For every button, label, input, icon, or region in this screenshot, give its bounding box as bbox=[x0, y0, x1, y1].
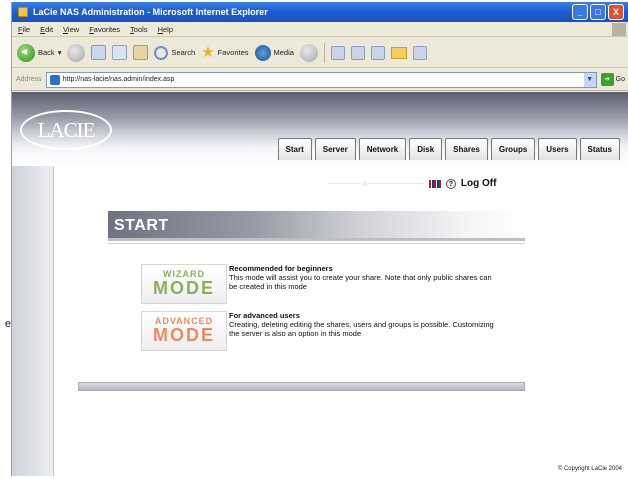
page-edge-text: e bbox=[4, 318, 11, 330]
page-icon bbox=[49, 74, 60, 85]
menu-help[interactable]: Help bbox=[158, 25, 173, 34]
wizard-mode-line2: MODE bbox=[153, 278, 215, 298]
wizard-mode-heading: Recommended for beginners bbox=[229, 264, 333, 273]
go-arrow-icon: ➜ bbox=[600, 73, 614, 86]
search-icon bbox=[154, 45, 169, 60]
wizard-mode-text: This mode will assist you to create your… bbox=[229, 273, 492, 291]
advanced-mode-text: Creating, deleting editing the shares, u… bbox=[229, 320, 494, 338]
go-label: Go bbox=[615, 76, 625, 83]
favorites-button[interactable]: ★ Favorites bbox=[201, 45, 248, 60]
address-dropdown-icon[interactable]: ▼ bbox=[583, 72, 596, 87]
maximize-button[interactable]: □ bbox=[590, 4, 606, 20]
menu-view[interactable]: View bbox=[63, 25, 79, 34]
address-label: Address bbox=[16, 76, 42, 83]
media-icon bbox=[254, 44, 271, 61]
back-label: Back bbox=[38, 48, 55, 57]
advanced-mode-line2: MODE bbox=[153, 325, 215, 345]
help-icon[interactable]: ? bbox=[445, 178, 456, 189]
browser-window: LaCie NAS Administration - Microsoft Int… bbox=[11, 2, 628, 476]
toolbar-separator bbox=[323, 42, 325, 63]
wizard-mode-description: Recommended for beginners This mode will… bbox=[229, 264, 499, 291]
tab-disk[interactable]: Disk bbox=[409, 138, 443, 160]
menu-favorites[interactable]: Favorites bbox=[89, 25, 120, 34]
page-content: LACIE Start Server Network Disk Shares G… bbox=[12, 92, 628, 476]
wizard-mode-line1: WIZARD bbox=[163, 269, 205, 279]
ie-app-icon bbox=[18, 7, 28, 17]
back-button[interactable]: Back ▾ bbox=[17, 43, 62, 62]
favorites-label: Favorites bbox=[217, 48, 249, 57]
section-divider bbox=[108, 243, 525, 244]
chevron-down-icon: ▾ bbox=[57, 48, 62, 57]
mail-icon[interactable] bbox=[330, 45, 345, 60]
print-icon[interactable] bbox=[350, 45, 365, 60]
history-icon[interactable] bbox=[299, 43, 318, 62]
lacie-logo: LACIE bbox=[20, 110, 112, 150]
language-flag-icon[interactable] bbox=[428, 179, 441, 188]
tab-groups[interactable]: Groups bbox=[490, 138, 536, 160]
close-button[interactable]: X bbox=[608, 4, 624, 20]
media-label: Media bbox=[273, 48, 294, 57]
go-button[interactable]: ➜ Go bbox=[600, 73, 628, 86]
search-button[interactable]: Search bbox=[154, 45, 196, 60]
refresh-icon[interactable] bbox=[112, 45, 128, 60]
forward-button[interactable] bbox=[67, 43, 86, 62]
minimize-button[interactable]: _ bbox=[572, 4, 588, 20]
lacie-header: LACIE Start Server Network Disk Shares G… bbox=[12, 92, 628, 166]
logoff-link[interactable]: Log Off bbox=[461, 178, 497, 189]
menu-file[interactable]: File bbox=[18, 25, 30, 34]
tab-network[interactable]: Network bbox=[358, 138, 407, 160]
copyright-text: © Copyright LaCie 2004 bbox=[557, 466, 622, 472]
media-button[interactable]: Media bbox=[254, 44, 294, 61]
menu-edit[interactable]: Edit bbox=[40, 25, 53, 34]
section-title: START bbox=[114, 217, 169, 234]
stop-icon[interactable] bbox=[91, 45, 107, 60]
admin-session-line: —————— ◎ —————————— bbox=[328, 180, 424, 187]
tab-shares[interactable]: Shares bbox=[445, 138, 488, 160]
window-title: LaCie NAS Administration - Microsoft Int… bbox=[33, 7, 268, 17]
window-controls: _ □ X bbox=[572, 4, 624, 20]
nav-tabs: Start Server Network Disk Shares Groups … bbox=[277, 138, 620, 160]
footer-bar bbox=[78, 382, 525, 391]
address-input[interactable]: http://nas-lacie/nas.admin/index.asp ▼ bbox=[45, 71, 597, 88]
address-bar: Address http://nas-lacie/nas.admin/index… bbox=[12, 69, 628, 91]
section-header: START bbox=[108, 211, 525, 241]
tab-start[interactable]: Start bbox=[277, 138, 312, 160]
advanced-mode-heading: For advanced users bbox=[229, 311, 300, 320]
search-label: Search bbox=[171, 48, 196, 57]
user-info: —————— ◎ —————————— ? Log Off bbox=[328, 178, 496, 189]
menu-bar: File Edit View Favorites Tools Help bbox=[12, 22, 628, 37]
advanced-mode-button[interactable]: ADVANCED MODE bbox=[141, 311, 227, 351]
folder-icon[interactable] bbox=[390, 46, 407, 59]
star-icon: ★ bbox=[201, 44, 215, 61]
menu-tools[interactable]: Tools bbox=[130, 25, 148, 34]
left-rail bbox=[12, 166, 54, 476]
advanced-mode-description: For advanced users Creating, deleting ed… bbox=[229, 311, 499, 338]
wizard-mode-button[interactable]: WIZARD MODE bbox=[141, 264, 227, 304]
back-arrow-icon bbox=[17, 43, 35, 62]
address-url: http://nas-lacie/nas.admin/index.asp bbox=[62, 76, 175, 83]
advanced-mode-line1: ADVANCED bbox=[154, 316, 214, 326]
windows-logo-icon bbox=[612, 23, 626, 36]
tab-users[interactable]: Users bbox=[538, 138, 577, 160]
home-icon[interactable] bbox=[133, 45, 149, 60]
title-bar: LaCie NAS Administration - Microsoft Int… bbox=[12, 2, 628, 22]
tab-status[interactable]: Status bbox=[579, 138, 620, 160]
toolbar: Back ▾ Search ★ Favorites Media bbox=[12, 38, 628, 68]
tab-server[interactable]: Server bbox=[314, 138, 356, 160]
messenger-icon[interactable] bbox=[412, 45, 427, 60]
edit-icon[interactable] bbox=[370, 45, 385, 60]
